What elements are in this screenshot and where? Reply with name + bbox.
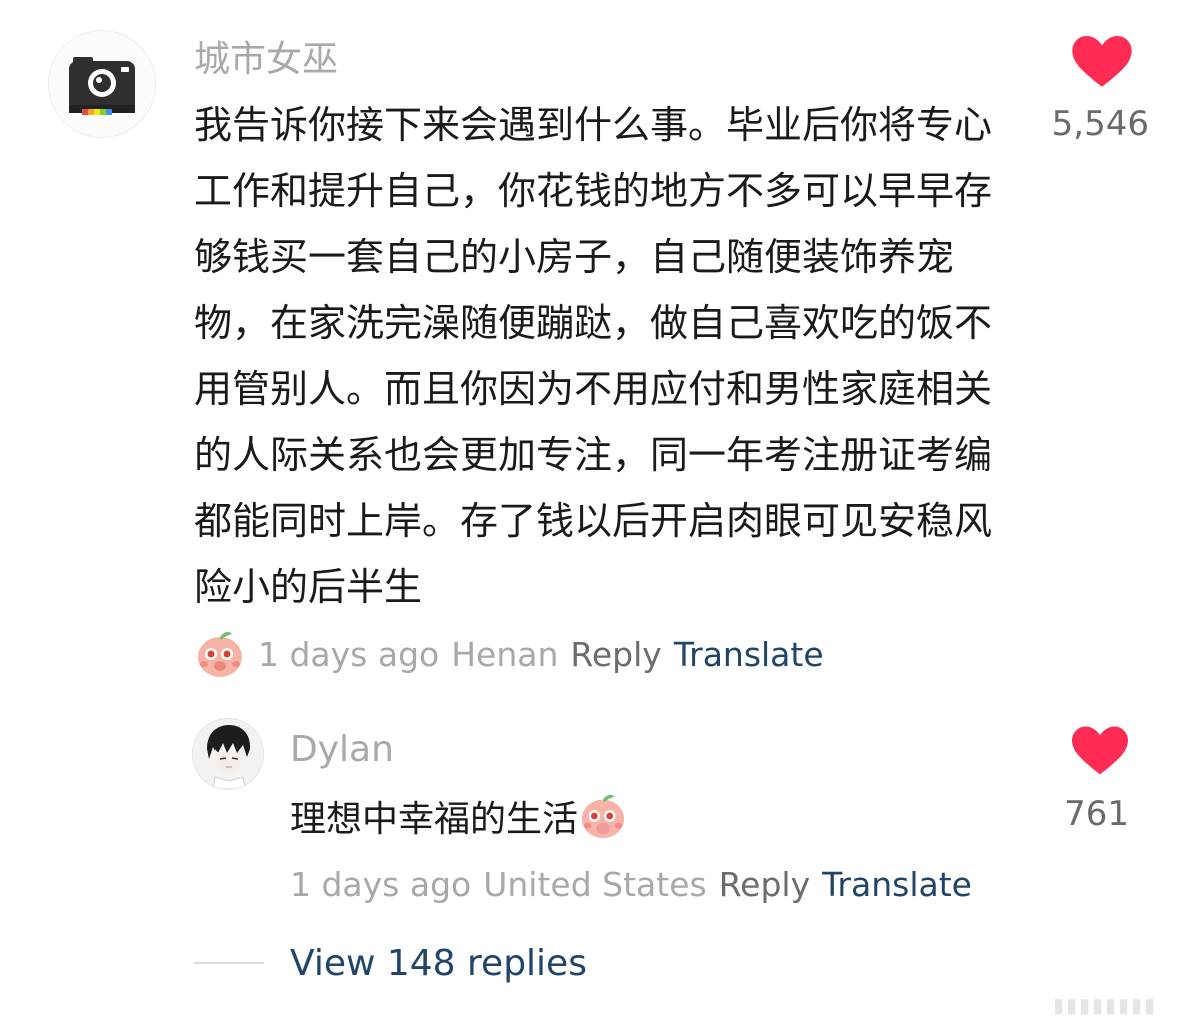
reply-reply-button[interactable]: Reply bbox=[719, 865, 810, 904]
comment-translate-button[interactable]: Translate bbox=[674, 635, 824, 674]
comment-meta: 1 days ago Henan Reply Translate bbox=[194, 626, 824, 682]
comment-username[interactable]: 城市女巫 bbox=[194, 38, 338, 82]
reply-location: United States bbox=[483, 864, 707, 904]
replies-divider bbox=[194, 962, 264, 964]
watermark: ▮▮▮▮▮▮▮▮ bbox=[1052, 993, 1157, 1017]
reply-body: 理想中幸福的生活 bbox=[290, 786, 628, 846]
peach-sticker-icon bbox=[198, 632, 242, 677]
peach-sticker-icon bbox=[581, 794, 625, 839]
heart-icon[interactable] bbox=[1072, 36, 1132, 88]
anime-avatar-icon bbox=[193, 719, 263, 789]
reply-avatar[interactable] bbox=[192, 718, 264, 790]
comment-avatar[interactable] bbox=[48, 30, 156, 138]
comment-like-count: 5,546 bbox=[1051, 104, 1149, 144]
comment-text: 我告诉你接下来会遇到什么事。毕业后你将专心工作和提升自己，你花钱的地方不多可以早… bbox=[194, 103, 993, 609]
comment-time: 1 days ago bbox=[258, 634, 440, 674]
reply-time: 1 days ago bbox=[290, 864, 472, 904]
heart-icon[interactable] bbox=[1072, 726, 1128, 776]
comment-location: Henan bbox=[451, 634, 559, 674]
reply-meta: 1 days ago United States Reply Translate bbox=[290, 858, 972, 910]
view-replies-button[interactable]: View 148 replies bbox=[290, 942, 587, 986]
reply-translate-button[interactable]: Translate bbox=[822, 865, 972, 904]
comment-reply-button[interactable]: Reply bbox=[570, 635, 661, 674]
reply-text: 理想中幸福的生活 bbox=[290, 799, 579, 840]
camera-icon bbox=[69, 57, 135, 115]
reply-like-count: 761 bbox=[1064, 794, 1129, 834]
reply-username[interactable]: Dylan bbox=[290, 728, 394, 772]
